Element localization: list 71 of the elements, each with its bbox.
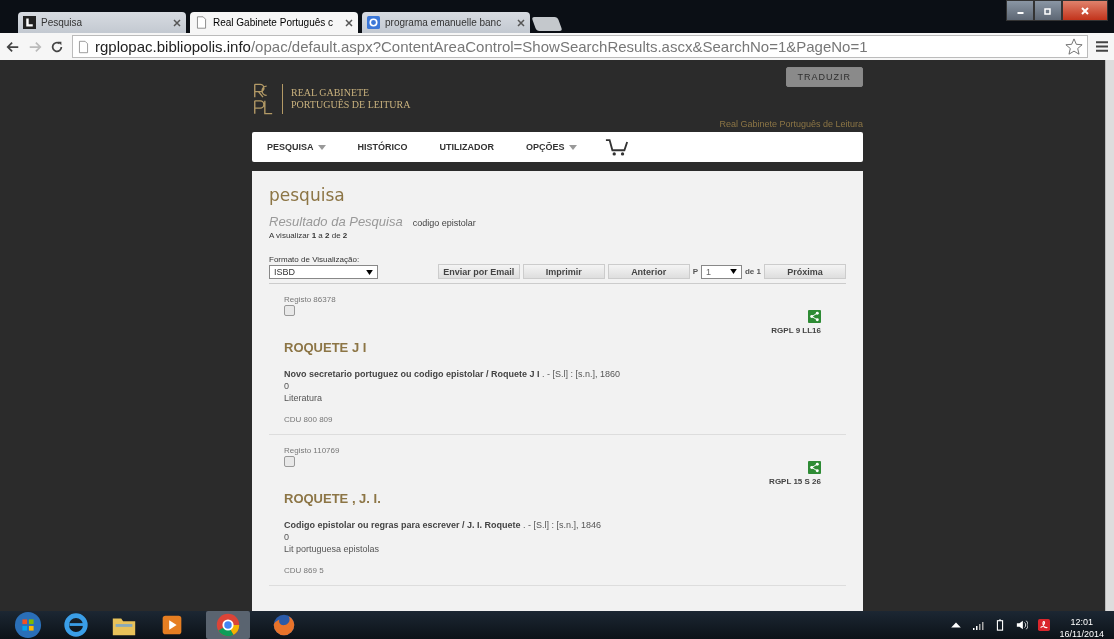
- record-checkbox[interactable]: [284, 305, 295, 316]
- call-number: RGPL 9 LL16: [771, 326, 821, 335]
- minimize-icon: [1016, 12, 1024, 14]
- toolbar-button[interactable]: Imprimir: [522, 264, 605, 279]
- record-subject: Literatura: [284, 393, 324, 403]
- record-description: Codigo epistolar ou regras para escrever / J. I. Roquete . - [S.l] : [s.n.], 1846: [284, 520, 603, 530]
- nav-menu-item[interactable]: OPÇÕES: [526, 142, 565, 152]
- record-description: Novo secretario portuguez ou codigo epistolar / Roquete J I . - [S.l] : [s.n.], 1860: [284, 369, 622, 379]
- search-query: codigo epistolar: [412, 218, 476, 228]
- share-icon[interactable]: [808, 461, 821, 474]
- record-field: 0: [284, 532, 821, 542]
- speaker-icon[interactable]: [1015, 619, 1028, 631]
- record-checkbox[interactable]: [284, 456, 295, 467]
- nav-menu-item[interactable]: PESQUISA: [267, 142, 314, 152]
- results-count: A visualizar 1 a 2 de 2: [269, 231, 349, 240]
- close-window-button[interactable]: [1062, 0, 1108, 21]
- restore-icon: [1043, 5, 1053, 16]
- record-number: Registo 86378: [284, 295, 336, 304]
- tray-app-icon[interactable]: [1037, 619, 1050, 631]
- record-subject: Lit portuguesa epistolas: [284, 544, 381, 554]
- page-icon: [77, 39, 90, 54]
- close-icon[interactable]: [173, 18, 181, 27]
- back-icon[interactable]: [6, 39, 20, 54]
- new-tab-button[interactable]: [531, 17, 563, 31]
- call-number: RGPL 15 S 26: [769, 477, 821, 486]
- caret-icon[interactable]: [317, 144, 326, 150]
- square-logo-icon: [23, 16, 36, 29]
- format-label: Formato de Visualização:: [269, 255, 361, 264]
- record-classification: CDU 800 809: [284, 415, 334, 424]
- record-author[interactable]: ROQUETE J I: [284, 340, 821, 355]
- logo-text: REAL GABINETE PORTUGUÊS DE LEITURA: [291, 87, 411, 111]
- page-icon: [195, 16, 208, 29]
- record-field: 0: [284, 381, 821, 391]
- chrome-browser-icon[interactable]: [214, 611, 242, 639]
- signal-icon[interactable]: [971, 619, 984, 631]
- close-icon[interactable]: [517, 18, 525, 27]
- share-icon[interactable]: [808, 310, 821, 323]
- results-heading: Resultado da Pesquisa: [269, 214, 403, 229]
- close-icon: [1080, 5, 1090, 16]
- menu-icon[interactable]: [1096, 40, 1108, 53]
- record-author[interactable]: ROQUETE , J. I.: [284, 491, 821, 506]
- browser-tab[interactable]: Pesquisa: [18, 12, 186, 33]
- start-orb-icon[interactable]: [14, 611, 42, 639]
- minimize-button[interactable]: [1006, 0, 1034, 21]
- toolbar-button[interactable]: Anterior: [607, 264, 690, 279]
- caret-icon[interactable]: [568, 144, 577, 150]
- close-icon[interactable]: [345, 18, 353, 27]
- scrollbar[interactable]: [1105, 60, 1114, 611]
- reload-icon[interactable]: [50, 39, 64, 54]
- page-title: pesquisa: [269, 185, 346, 205]
- cart-icon[interactable]: [604, 137, 629, 157]
- caret-icon: [366, 269, 373, 275]
- browser-tab[interactable]: Real Gabinete Português c: [190, 12, 358, 33]
- translate-button[interactable]: TRADUZIR: [785, 67, 863, 87]
- page-label: P: [692, 267, 698, 276]
- taskbar-clock[interactable]: 12:01 16/11/2014: [1059, 616, 1104, 639]
- monogram-logo-icon: [252, 82, 274, 116]
- nav-menu-item[interactable]: UTILIZADOR: [439, 142, 495, 152]
- toolbar-button[interactable]: Enviar por Email: [437, 264, 520, 279]
- next-button[interactable]: Próxima: [764, 264, 846, 279]
- star-icon[interactable]: [1065, 37, 1083, 56]
- page-total: de 1: [745, 267, 761, 276]
- page-select[interactable]: 1: [701, 264, 742, 279]
- address-bar[interactable]: rgplopac.bibliopolis.info/opac/default.aspx?ContentAreaControl=ShowSearchResults.ascx&SearchNo=1&PageNo=1: [72, 35, 1088, 58]
- nav-menu-item[interactable]: HISTÓRICO: [357, 142, 408, 152]
- caret-icon: [730, 269, 737, 274]
- browser-tab[interactable]: programa emanuelle banc: [362, 12, 530, 33]
- record-number: Registo 110769: [284, 446, 340, 455]
- restore-button[interactable]: [1034, 0, 1062, 21]
- format-select[interactable]: ISBD: [269, 265, 378, 279]
- record-classification: CDU 869 5: [284, 566, 325, 575]
